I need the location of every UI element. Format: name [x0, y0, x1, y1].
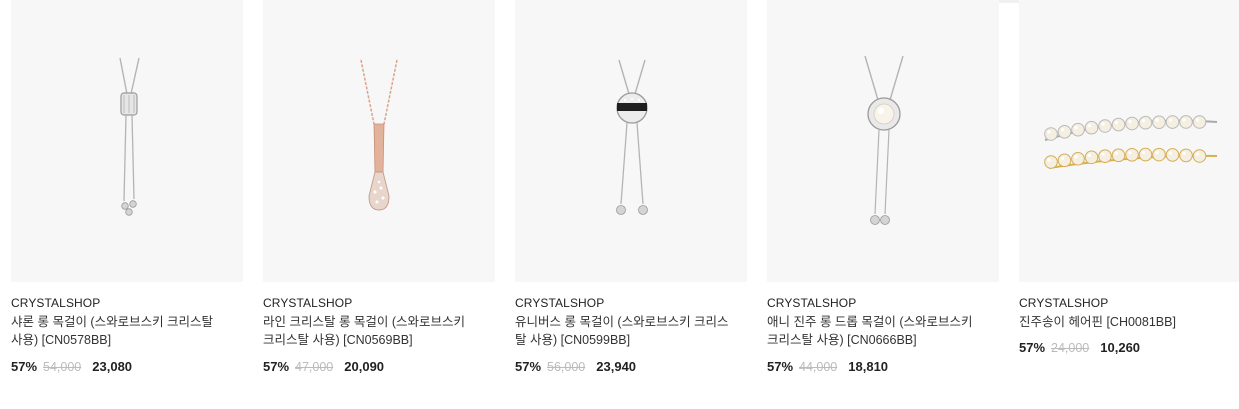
silver-pearl-necklace-icon — [864, 55, 904, 225]
product-card[interactable]: CRYSTALSHOP 애니 진주 롱 드롭 목걸이 (스와로브스키 크리스탈 … — [767, 0, 999, 409]
discount-rate: 57% — [1019, 340, 1046, 355]
product-card[interactable]: CRYSTALSHOP 진주송이 헤어핀 [CH0081BB] 57% 24,0… — [1019, 0, 1239, 409]
product-card[interactable]: CRYSTALSHOP 라인 크리스탈 롱 목걸이 (스와로브스키 크리스탈 사… — [263, 0, 495, 409]
product-image[interactable] — [263, 0, 495, 282]
discount-rate: 57% — [515, 359, 542, 374]
product-name[interactable]: 애니 진주 롱 드롭 목걸이 (스와로브스키 크리스탈 사용) [CN0666B… — [767, 313, 983, 349]
price-row: 57% 56,000 23,940 — [515, 359, 747, 374]
product-brand[interactable]: CRYSTALSHOP — [1019, 296, 1239, 311]
sale-price: 23,940 — [596, 359, 637, 374]
rose-gold-necklace-icon — [360, 59, 398, 211]
product-brand[interactable]: CRYSTALSHOP — [11, 296, 243, 311]
sale-price: 23,080 — [92, 359, 133, 374]
product-image[interactable] — [11, 0, 243, 282]
product-image[interactable] — [515, 0, 747, 282]
price-row: 57% 54,000 23,080 — [11, 359, 243, 374]
sale-price: 20,090 — [344, 359, 385, 374]
original-price: 54,000 — [43, 360, 82, 374]
product-name[interactable]: 유니버스 롱 목걸이 (스와로브스키 크리스탈 사용) [CN0599BB] — [515, 313, 731, 349]
original-price: 56,000 — [547, 360, 586, 374]
price-row: 57% 47,000 20,090 — [263, 359, 495, 374]
original-price: 44,000 — [799, 360, 838, 374]
sale-price: 10,260 — [1100, 340, 1141, 355]
price-row: 57% 24,000 10,260 — [1019, 340, 1239, 355]
discount-rate: 57% — [767, 359, 794, 374]
product-brand[interactable]: CRYSTALSHOP — [515, 296, 747, 311]
original-price: 47,000 — [295, 360, 334, 374]
product-card[interactable]: CRYSTALSHOP 유니버스 롱 목걸이 (스와로브스키 크리스탈 사용) … — [515, 0, 747, 409]
silver-long-necklace-icon — [119, 57, 140, 216]
sale-price: 18,810 — [848, 359, 889, 374]
product-name[interactable]: 진주송이 헤어핀 [CH0081BB] — [1019, 313, 1235, 331]
original-price: 24,000 — [1051, 341, 1090, 355]
discount-rate: 57% — [263, 359, 290, 374]
discount-rate: 57% — [11, 359, 38, 374]
product-brand[interactable]: CRYSTALSHOP — [767, 296, 999, 311]
product-image[interactable] — [767, 0, 999, 282]
silver-ball-necklace-icon — [616, 59, 648, 215]
product-image[interactable] — [1019, 0, 1239, 282]
product-grid: CRYSTALSHOP 샤론 롱 목걸이 (스와로브스키 크리스탈 사용) [C… — [11, 0, 1239, 409]
product-name[interactable]: 샤론 롱 목걸이 (스와로브스키 크리스탈 사용) [CN0578BB] — [11, 313, 227, 349]
pearl-hairpin-icon — [1044, 115, 1218, 169]
product-card[interactable]: CRYSTALSHOP 샤론 롱 목걸이 (스와로브스키 크리스탈 사용) [C… — [11, 0, 243, 409]
price-row: 57% 44,000 18,810 — [767, 359, 999, 374]
product-name[interactable]: 라인 크리스탈 롱 목걸이 (스와로브스키 크리스탈 사용) [CN0569BB… — [263, 313, 479, 349]
product-brand[interactable]: CRYSTALSHOP — [263, 296, 495, 311]
